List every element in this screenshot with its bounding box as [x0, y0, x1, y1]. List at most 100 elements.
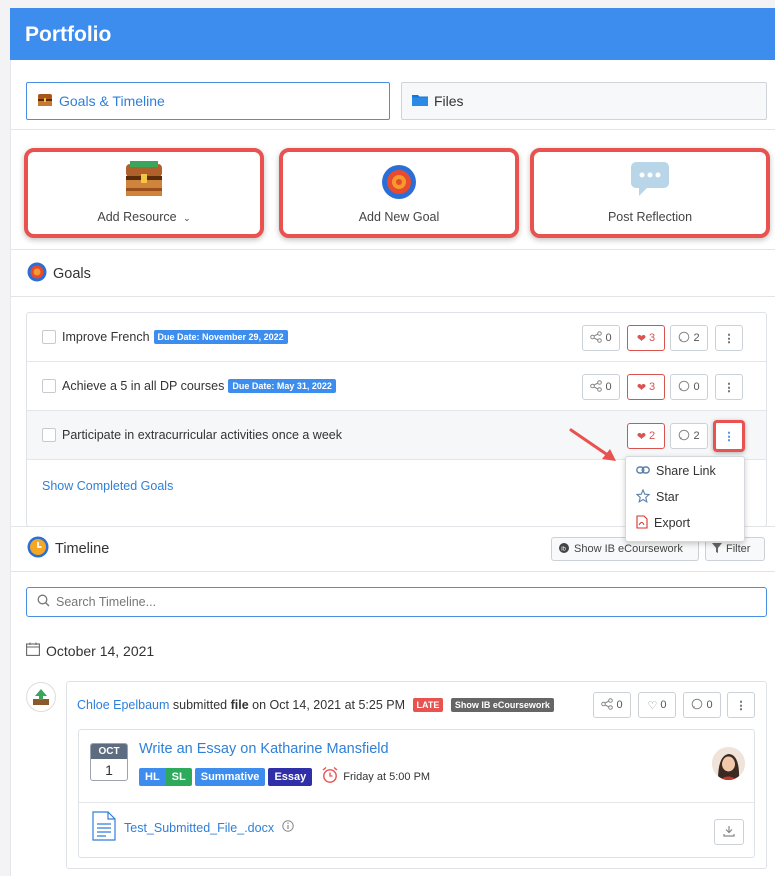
comment-count: 2 — [693, 430, 700, 442]
comment-count: 2 — [693, 332, 700, 344]
ib-icon: ib — [558, 542, 570, 557]
share-icon — [590, 379, 603, 395]
search-timeline-input[interactable]: Search Timeline... — [26, 587, 767, 617]
clock-icon — [27, 536, 49, 562]
more-options-button[interactable]: ⋮ — [715, 325, 743, 351]
goal-checkbox[interactable] — [42, 428, 56, 442]
star-icon — [635, 488, 651, 506]
alarm-clock-icon — [321, 766, 339, 787]
tab-label: Files — [434, 93, 464, 109]
ib-ecoursework-badge: Show IB eCoursework — [450, 698, 554, 712]
star-menu-item[interactable]: Star — [635, 487, 679, 507]
filter-icon — [712, 542, 722, 556]
pdf-icon — [636, 514, 648, 532]
svg-text:ib: ib — [561, 546, 566, 552]
late-badge: LATE — [412, 698, 444, 712]
assignment-title-link[interactable]: Write an Essay on Katharine Mansfield — [139, 741, 389, 757]
heart-icon: ❤ — [636, 332, 647, 345]
entry-user-link[interactable]: Chloe Epelbaum — [77, 698, 169, 712]
comment-count: 0 — [706, 699, 713, 711]
kebab-menu-icon: ⋮ — [735, 699, 747, 712]
hl-badge: HL — [139, 767, 166, 786]
sl-badge: SL — [165, 767, 192, 786]
red-arrow-annotation — [569, 428, 616, 461]
menu-item-label: Share Link — [656, 464, 716, 478]
comment-button[interactable]: 2 — [670, 325, 708, 351]
due-time-text: Friday at 5:00 PM — [343, 770, 431, 783]
post-reflection-label: Post Reflection — [607, 210, 693, 224]
share-icon — [590, 330, 603, 346]
file-name-link[interactable]: Test_Submitted_File_.docx — [124, 821, 274, 835]
link-icon — [636, 464, 650, 478]
comment-button[interactable]: 0 — [683, 692, 721, 718]
tab-label: Goals & Timeline — [59, 93, 165, 109]
calendar-month: OCT — [91, 744, 127, 759]
goal-checkbox[interactable] — [42, 330, 56, 344]
download-icon — [723, 825, 735, 840]
goals-section-header: Goals — [11, 251, 775, 297]
share-link-menu-item[interactable]: Share Link — [636, 461, 716, 481]
like-count: 3 — [649, 332, 656, 344]
like-count: 0 — [660, 699, 667, 711]
share-button[interactable]: 0 — [582, 374, 620, 400]
timeline-entry: Chloe Epelbaum submitted file on Oct 14,… — [66, 681, 767, 869]
document-icon — [92, 811, 116, 844]
show-completed-goals-link[interactable]: Show Completed Goals — [42, 479, 173, 493]
kebab-menu-icon: ⋮ — [723, 430, 735, 443]
like-button[interactable]: ❤ 2 — [627, 423, 665, 449]
comment-icon — [678, 380, 690, 395]
like-button[interactable]: ♡ 0 — [638, 692, 676, 718]
share-count: 0 — [605, 332, 612, 344]
like-button[interactable]: ❤ 3 — [627, 374, 665, 400]
goal-checkbox[interactable] — [42, 379, 56, 393]
tab-goals-timeline[interactable]: Goals & Timeline — [26, 82, 390, 120]
speech-bubble-icon — [629, 160, 671, 201]
download-button[interactable] — [714, 819, 744, 845]
entry-timestamp: on Oct 14, 2021 at 5:25 PM — [252, 698, 406, 712]
entry-item-type: file — [230, 698, 249, 712]
comment-button[interactable]: 2 — [670, 423, 708, 449]
search-icon — [37, 594, 50, 610]
more-options-dropdown: Share Link Star Export — [625, 456, 745, 542]
post-reflection-button[interactable]: Post Reflection — [530, 148, 770, 238]
calendar-icon — [26, 642, 40, 659]
goal-text: Improve French — [62, 330, 150, 344]
comment-count: 0 — [693, 381, 700, 393]
tab-files[interactable]: Files — [401, 82, 767, 120]
like-count: 2 — [649, 430, 656, 442]
treasure-chest-icon — [37, 93, 53, 110]
like-button[interactable]: ❤ 3 — [627, 325, 665, 351]
more-options-button[interactable]: ⋮ — [715, 374, 743, 400]
goals-title: Goals — [53, 265, 91, 282]
share-count: 0 — [616, 699, 623, 711]
menu-item-label: Star — [656, 490, 679, 504]
app-header: Portfolio — [10, 8, 775, 60]
heart-icon: ❤ — [636, 430, 647, 443]
kebab-menu-icon: ⋮ — [723, 332, 735, 345]
more-options-button[interactable]: ⋮ — [713, 420, 745, 452]
search-placeholder: Search Timeline... — [56, 595, 157, 609]
action-row: Add Resource ⌄ Add New Goal Post Reflect… — [11, 130, 775, 250]
share-icon — [601, 697, 614, 713]
add-new-goal-button[interactable]: Add New Goal — [279, 148, 519, 238]
calendar-day: 1 — [105, 762, 113, 778]
target-icon — [27, 262, 47, 286]
info-icon[interactable] — [282, 820, 294, 835]
teacher-avatar — [712, 747, 745, 780]
goal-row: Achieve a 5 in all DP courses Due Date: M… — [27, 362, 766, 411]
goal-text: Participate in extracurricular activitie… — [62, 428, 342, 442]
share-button[interactable]: 0 — [593, 692, 631, 718]
like-count: 3 — [649, 381, 656, 393]
share-button[interactable]: 0 — [582, 325, 620, 351]
export-menu-item[interactable]: Export — [636, 513, 690, 533]
heart-outline-icon: ♡ — [647, 699, 658, 712]
more-options-button[interactable]: ⋮ — [727, 692, 755, 718]
heart-icon: ❤ — [636, 381, 647, 394]
kebab-menu-icon: ⋮ — [723, 381, 735, 394]
add-new-goal-label: Add New Goal — [358, 210, 440, 224]
treasure-chest-icon — [124, 160, 164, 201]
due-date-badge: Due Date: November 29, 2022 — [153, 330, 288, 344]
calendar-date-badge: OCT 1 — [90, 743, 128, 781]
comment-button[interactable]: 0 — [670, 374, 708, 400]
add-resource-button[interactable]: Add Resource ⌄ — [24, 148, 264, 238]
